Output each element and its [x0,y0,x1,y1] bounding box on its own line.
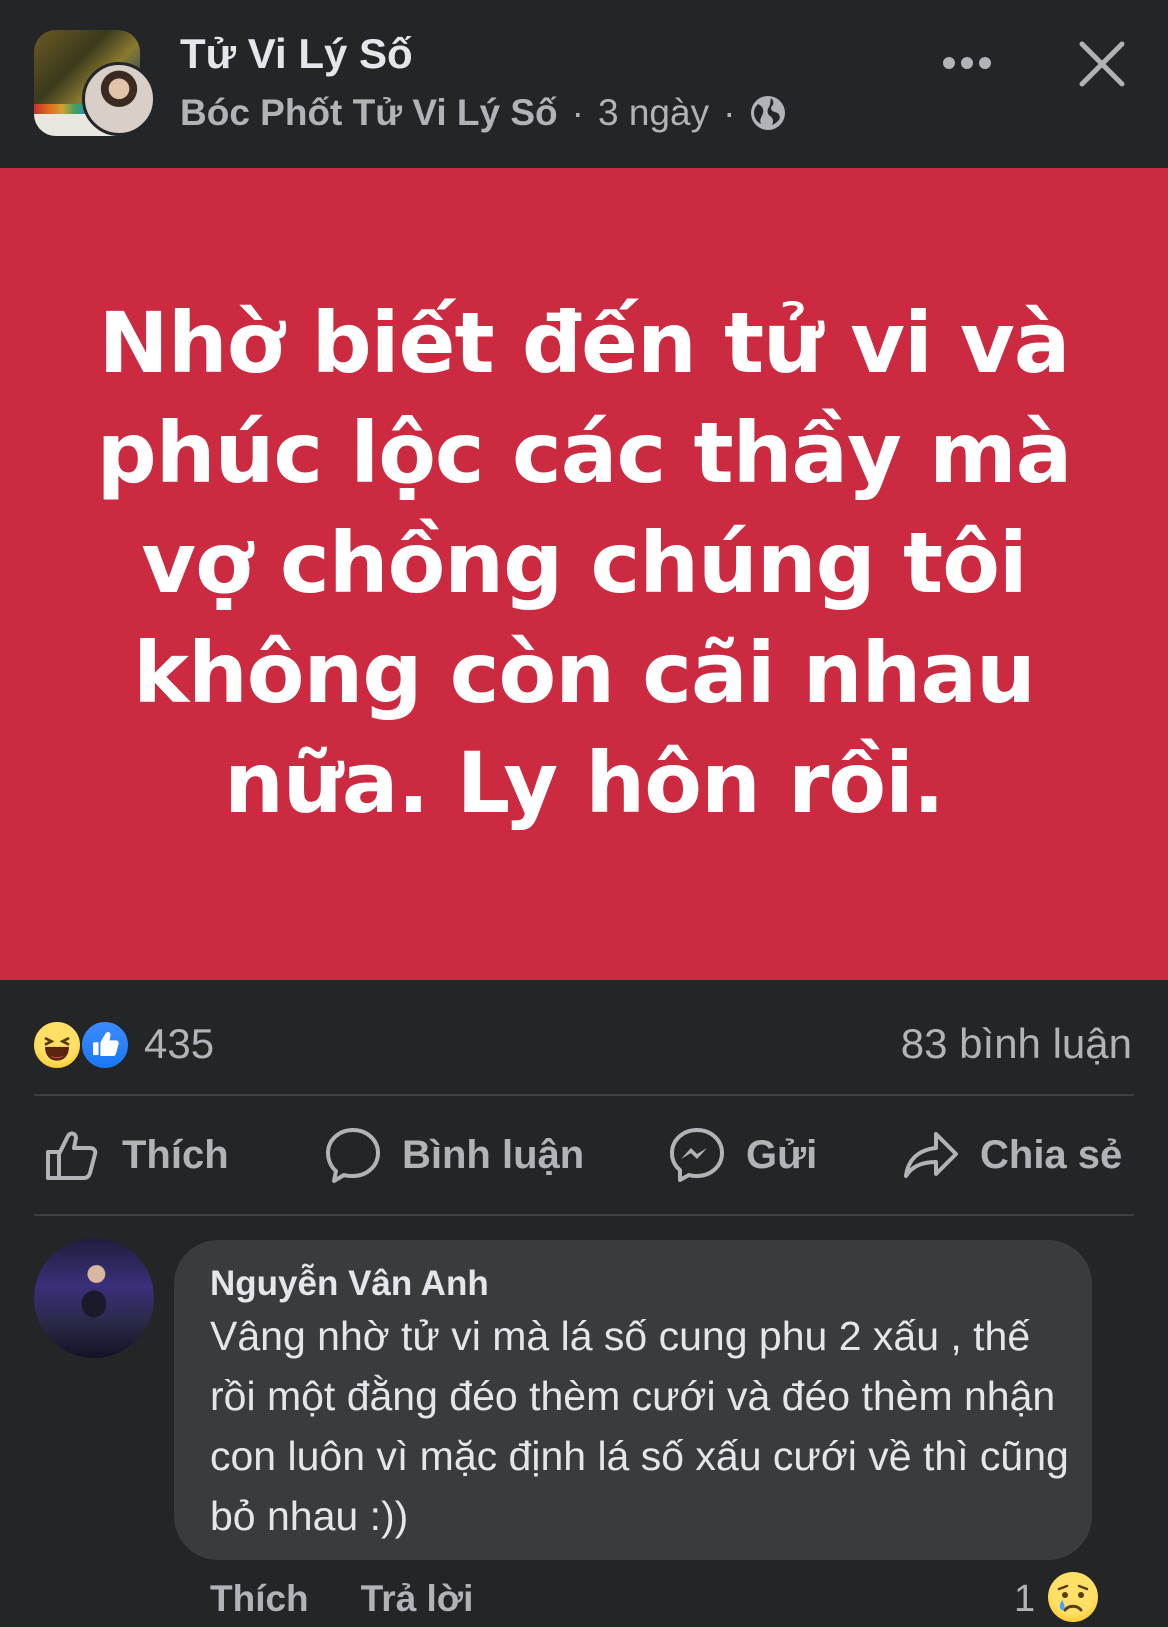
comment-text: Vâng nhờ tử vi mà lá số cung phu 2 xấu ,… [210,1313,1069,1539]
share-button[interactable]: Chia sẻ [900,1096,1122,1214]
close-icon[interactable] [1076,38,1128,90]
comment-count[interactable]: 83 bình luận [901,1020,1132,1068]
send-button[interactable]: Gửi [666,1096,817,1214]
meta-separator: · [723,92,736,133]
like-emoji-icon [80,1020,130,1070]
post-actions: Thích Bình luận Gửi Chia sẻ [0,1096,1168,1214]
commenter-avatar[interactable] [34,1238,154,1358]
comment-label: Bình luận [402,1132,585,1177]
share-label: Chia sẻ [980,1132,1123,1177]
reaction-count[interactable]: 435 [144,1020,214,1068]
post-author[interactable]: Bóc Phốt Tử Vi Lý Số [180,92,558,134]
post-text: Nhờ biết đến tử vi và phúc lộc các thầy … [96,294,1073,832]
like-button[interactable]: Thích [42,1096,229,1214]
post-time[interactable]: 3 ngày [598,92,709,134]
send-label: Gửi [746,1132,818,1177]
comment-button[interactable]: Bình luận [322,1096,584,1214]
sad-emoji-icon [1048,1572,1098,1622]
comment-reply-button[interactable]: Trả lời [361,1578,474,1620]
share-arrow-icon [904,1132,958,1178]
globe-icon [751,96,786,130]
author-avatar[interactable] [82,62,156,136]
post-header: Tử Vi Lý Số Bóc Phốt Tử Vi Lý Số · 3 ngà… [0,0,1168,168]
comment-like-button[interactable]: Thích [210,1578,309,1620]
comment-bubble-icon [326,1128,380,1183]
messenger-icon [670,1128,724,1182]
post-meta: Bóc Phốt Tử Vi Lý Số · 3 ngày · [180,92,787,134]
haha-emoji-icon [32,1020,82,1070]
comment-actions: Thích Trả lời [210,1578,525,1620]
meta-separator: · [571,92,584,133]
divider [34,1214,1134,1216]
facebook-post-page: Tử Vi Lý Số Bóc Phốt Tử Vi Lý Số · 3 ngà… [0,0,1168,1627]
group-name[interactable]: Tử Vi Lý Số [180,30,413,78]
thumbs-up-icon [46,1131,98,1180]
more-options-icon[interactable] [940,48,994,78]
like-label: Thích [122,1132,229,1177]
comment-reaction-count[interactable]: 1 [1014,1578,1035,1621]
post-banner[interactable]: Nhờ biết đến tử vi và phúc lộc các thầy … [0,168,1168,980]
reactions-summary[interactable]: 435 83 bình luận [0,980,1168,1095]
commenter-name[interactable]: Nguyễn Vân Anh [210,1264,489,1304]
